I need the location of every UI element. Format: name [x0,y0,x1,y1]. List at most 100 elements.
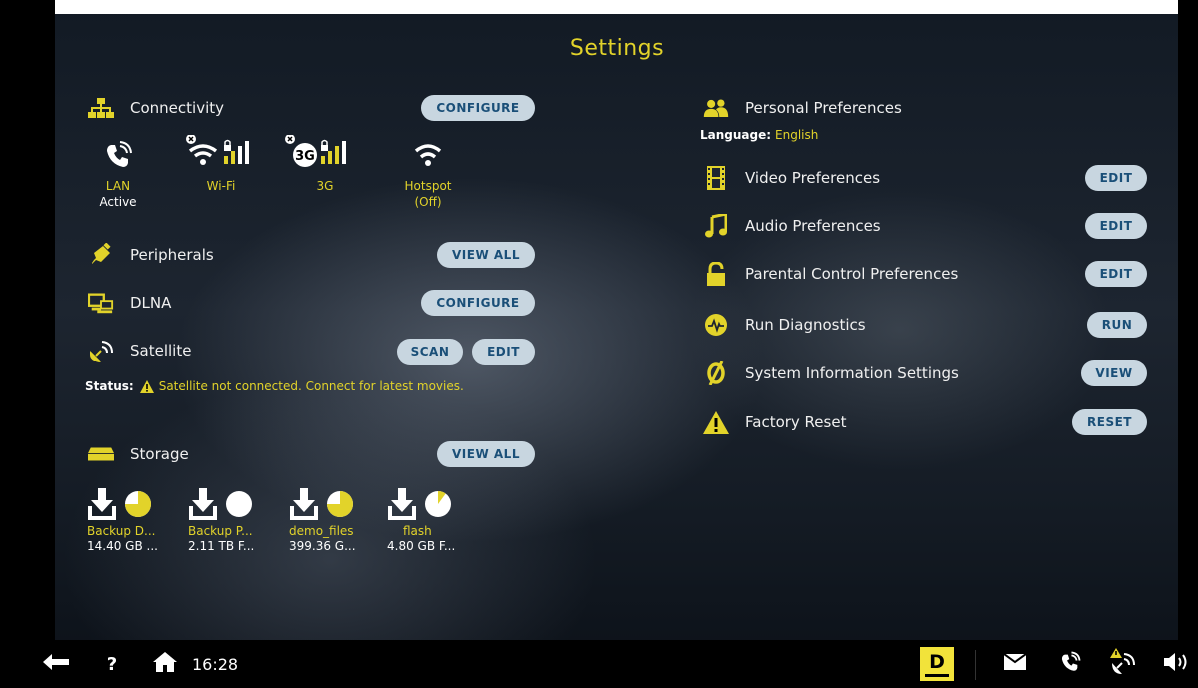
download-icon [87,488,117,524]
hotspot-icon [393,140,463,178]
top-border [0,0,1198,14]
conn-3g-label: 3G [316,179,334,193]
settings-screen: Settings Connectivity CONFIGURE LAN Acti… [0,0,1198,688]
factory-reset-section: Factory Reset [703,410,847,434]
system-information-section: System Information Settings [703,361,959,385]
download-icon [289,488,319,524]
run-diagnostics-section: Run Diagnostics [703,314,866,336]
conn-lan-status: Active [99,195,137,209]
volume-button[interactable] [1160,640,1194,688]
configure-label: CONFIGURE [436,296,520,310]
help-icon: ? [106,653,118,675]
personal-preferences-label: Personal Preferences [745,99,902,117]
language-value: English [775,128,819,142]
download-icon [188,488,218,524]
home-icon [153,652,177,676]
dlna-configure-button[interactable]: CONFIGURE [421,290,535,316]
status-label: Status: [85,379,134,393]
lan-status-button[interactable] [1055,640,1085,688]
info-icon [703,361,729,385]
right-border [1178,0,1198,640]
conn-wifi-label: Wi-Fi [206,179,236,193]
storage-label: Storage [130,445,189,463]
conn-hotspot-label: Hotspot [404,179,452,193]
edit-label: EDIT [487,345,520,359]
dlna-label: DLNA [130,294,172,312]
usage-pie-icon [226,491,252,521]
clock-text: 16:28 [192,654,239,674]
audio-edit-button[interactable]: EDIT [1085,213,1147,239]
run-diagnostics-button[interactable]: RUN [1087,312,1147,338]
configure-label: CONFIGURE [436,101,520,115]
edit-label: EDIT [1099,219,1133,233]
peripherals-section: Peripherals [88,243,214,266]
conn-lan[interactable]: LAN Active [83,140,153,210]
phone-icon [83,140,153,178]
music-note-icon [703,214,729,238]
satellite-warning-icon [1109,648,1135,680]
conn-3g[interactable]: 3G 3G [285,134,375,194]
page-title: Settings [569,36,665,61]
view-all-label: VIEW ALL [452,447,520,461]
video-preferences-label: Video Preferences [745,169,881,187]
storage-item[interactable]: Backup P... 2.11 TB F... [188,488,278,554]
clock: 16:28 [192,640,262,688]
satellite-status: Status: Satellite not connected. Connect… [85,379,464,393]
speaker-icon [1164,653,1190,675]
edit-label: EDIT [1099,267,1133,281]
d-logo-icon: D [920,647,954,681]
satellite-status-button[interactable] [1107,640,1137,688]
status-text: Satellite not connected. Connect for lat… [158,379,464,393]
storage-item-size: 14.40 GB ... [87,539,158,553]
edit-label: EDIT [1099,171,1133,185]
connectivity-configure-button[interactable]: CONFIGURE [421,95,535,121]
parental-control-section: Parental Control Preferences [703,262,959,286]
warning-icon [703,410,729,434]
messages-button[interactable] [1000,640,1030,688]
bottom-divider [975,650,976,680]
factory-reset-label: Factory Reset [745,413,847,431]
storage-item-size: 4.80 GB F... [387,539,456,553]
peripherals-view-all-button[interactable]: VIEW ALL [437,242,535,268]
logo-badge[interactable]: D [920,640,954,688]
storage-view-all-button[interactable]: VIEW ALL [437,441,535,467]
film-icon [703,166,729,190]
devices-icon [88,292,114,314]
personal-preferences-section[interactable]: Personal Preferences [703,97,902,119]
usage-pie-icon [327,491,353,521]
factory-reset-button[interactable]: RESET [1072,409,1147,435]
satellite-scan-button[interactable]: SCAN [397,339,463,365]
storage-item-name: demo_files [289,524,354,538]
language-info: Language: English [700,128,818,142]
satellite-icon [88,340,114,362]
storage-item[interactable]: Backup D... 14.40 GB ... [87,488,177,554]
storage-item[interactable]: demo_files 399.36 G... [289,488,379,554]
satellite-edit-button[interactable]: EDIT [472,339,535,365]
conn-hotspot-status: (Off) [414,195,442,209]
download-icon [387,488,417,524]
conn-lan-label: LAN [105,179,131,193]
help-button[interactable]: ? [100,640,124,688]
audio-preferences-label: Audio Preferences [745,217,881,235]
language-label: Language: [700,128,772,142]
view-all-label: VIEW ALL [452,248,520,262]
parental-control-label: Parental Control Preferences [745,265,959,283]
diagnostics-icon [703,314,729,336]
conn-wifi[interactable]: Wi-Fi [186,134,276,194]
satellite-section: Satellite [88,340,191,362]
system-info-view-button[interactable]: VIEW [1081,360,1147,386]
storage-item[interactable]: flash 4.80 GB F... [387,488,477,554]
arrow-left-icon [43,654,69,674]
mail-icon [1003,653,1027,674]
video-edit-button[interactable]: EDIT [1085,165,1147,191]
left-border [0,0,55,640]
warning-icon [139,379,154,393]
peripherals-label: Peripherals [130,246,214,264]
parental-edit-button[interactable]: EDIT [1085,261,1147,287]
back-button[interactable] [40,640,72,688]
scan-label: SCAN [410,345,450,359]
logo-stripe [925,673,949,677]
run-label: RUN [1101,318,1133,332]
home-button[interactable] [150,640,180,688]
conn-hotspot[interactable]: Hotspot (Off) [393,140,463,210]
